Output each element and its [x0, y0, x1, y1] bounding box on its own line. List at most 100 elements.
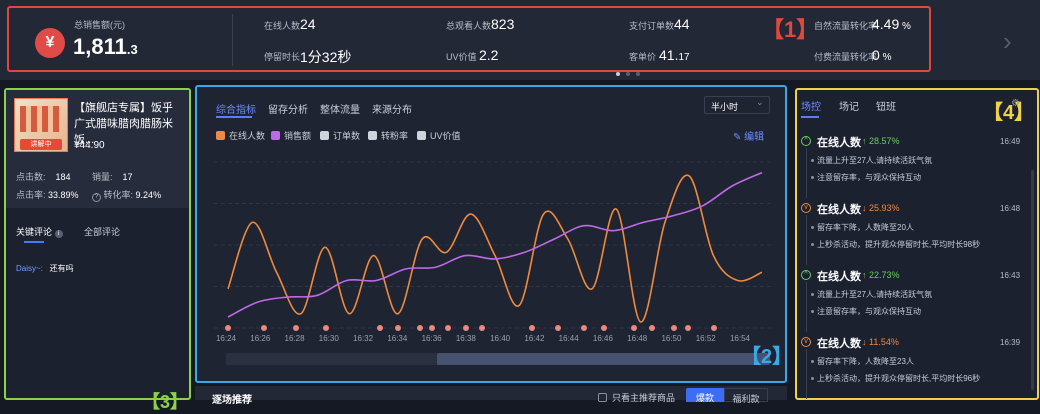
total-sales-value: 1,811.3	[73, 34, 138, 59]
recommendation-title: 逐场推荐	[212, 395, 252, 406]
feed-item-title: 在线人数	[817, 271, 861, 283]
chevron-right-icon[interactable]: ›	[1003, 26, 1012, 57]
feed-item-title: 在线人数	[817, 204, 861, 216]
feed-item-line: 留存率下降，人数降至23人	[817, 357, 914, 366]
x-tick-label: 16:40	[490, 334, 511, 343]
feed-item-time: 16:43	[1000, 271, 1021, 280]
carousel-dot[interactable]	[636, 72, 640, 76]
pencil-icon: ✎	[733, 132, 742, 143]
tab-field-notes[interactable]: 场记	[839, 98, 859, 113]
x-tick-label: 16:30	[319, 334, 340, 343]
product-image	[20, 106, 62, 132]
bullet	[811, 377, 814, 380]
bullet	[811, 243, 814, 246]
feed-item-delta: ↑ 22.73%	[862, 270, 900, 280]
tab-field-control[interactable]: 场控	[801, 98, 821, 113]
x-tick-label: 16:34	[387, 334, 408, 343]
legend-sales[interactable]: 销售额	[271, 129, 311, 142]
annotation-tag-4: 【4】	[983, 102, 1035, 124]
question-icon: ?	[92, 193, 101, 202]
explaining-badge: 讲解中	[20, 139, 62, 150]
bullet	[811, 176, 814, 179]
paid-orders-value: 44	[674, 16, 690, 32]
feed-scrollbar[interactable]	[1031, 170, 1034, 390]
cvr-stat: ? 转化率: 9.24%	[92, 188, 161, 202]
product-price: ¥44.90	[74, 140, 105, 151]
bullet	[811, 159, 814, 162]
tab-source[interactable]: 来源分布	[372, 101, 412, 116]
feed-item-line: 上秒杀活动，提升观众停留时长,平均时长98秒	[817, 240, 981, 249]
feed-item-delta: ↑ 28.57%	[862, 136, 900, 146]
event-marker	[555, 325, 561, 331]
chevron-down-icon: ⌄	[756, 97, 764, 107]
clicks-stat: 点击数: 184	[16, 172, 71, 182]
annotation-tag-3: 【3】	[142, 392, 189, 412]
event-marker	[377, 325, 383, 331]
event-marker	[445, 325, 451, 331]
stay-duration-value: 1分32秒	[300, 49, 352, 65]
edit-button[interactable]: ✎ 编辑	[733, 128, 764, 143]
annotation-tag-2: 【2】	[741, 346, 793, 368]
bullet	[811, 360, 814, 363]
event-marker	[417, 325, 423, 331]
event-marker	[463, 325, 469, 331]
tab-shift[interactable]: 钮班	[876, 98, 896, 113]
event-marker	[429, 325, 435, 331]
arrow-down-icon: v	[801, 203, 811, 213]
event-marker	[649, 325, 655, 331]
online-count-value: 24	[300, 16, 316, 32]
carousel-dot[interactable]	[626, 72, 630, 76]
tab-active-indicator	[24, 241, 44, 243]
tab-traffic[interactable]: 整体流量	[320, 101, 360, 116]
paid-conversion-value: 0 %	[872, 47, 892, 63]
feed-item-line: 注意留存率，与观众保持互动	[817, 307, 921, 316]
legend-online[interactable]: 在线人数	[216, 129, 265, 142]
line-chart: 16:24 16:26 16:28 16:30 16:32 16:34 16:36 16:38…	[214, 161, 774, 343]
event-marker	[529, 325, 535, 331]
feed-item-time: 16:39	[1000, 338, 1021, 347]
total-viewers-label: 总观看人数	[446, 21, 492, 31]
total-sales-label: 总销售额(元)	[74, 20, 125, 30]
main-product-checkbox[interactable]	[598, 393, 607, 402]
tab-key-comments[interactable]: 关键评论 i	[16, 225, 63, 238]
feed-item-line: 留存率下降，人数降至20人	[817, 223, 914, 232]
feed-item-line: 上秒杀活动，提升观众停留时长,平均时长96秒	[817, 374, 981, 383]
tab-active-indicator	[801, 116, 819, 118]
stats-divider	[232, 14, 233, 66]
event-marker	[581, 325, 587, 331]
x-tick-label: 16:36	[422, 334, 443, 343]
tab-all-comments[interactable]: 全部评论	[84, 225, 120, 238]
legend-uv-value[interactable]: UV价值	[417, 129, 461, 142]
x-tick-label: 16:32	[353, 334, 374, 343]
legend-fan-rate[interactable]: 转粉率	[368, 129, 408, 142]
feed-item-title: 在线人数	[817, 338, 861, 350]
organic-conversion-label: 自然流量转化率	[814, 21, 878, 31]
x-tick-label: 16:38	[456, 334, 477, 343]
uv-value-label: UV价值	[446, 52, 477, 62]
bullet	[811, 293, 814, 296]
arrow-up-icon: ^	[801, 136, 811, 146]
legend-orders[interactable]: 订单数	[320, 129, 360, 142]
total-viewers-value: 823	[491, 16, 515, 32]
arrow-up-icon: ^	[801, 270, 811, 280]
event-marker	[323, 325, 329, 331]
tab-retention[interactable]: 留存分析	[268, 101, 308, 116]
uv-value-value: 2.2	[479, 47, 499, 63]
gear-icon[interactable]: ⚙	[1011, 98, 1020, 109]
x-tick-label: 16:28	[285, 334, 306, 343]
avg-order-label: 客单价	[629, 52, 657, 62]
organic-conversion-value: 4.49 %	[872, 16, 911, 32]
avg-order-value: 41.17	[659, 47, 690, 63]
event-marker	[711, 325, 717, 331]
comment-item: Daisy~: 还有吗	[16, 264, 74, 273]
arrow-down-icon: v	[801, 337, 811, 347]
event-marker	[225, 325, 231, 331]
carousel-dot[interactable]	[616, 72, 620, 76]
timeline-rail	[806, 282, 807, 332]
bullet	[811, 310, 814, 313]
tab-overall-metrics[interactable]: 综合指标	[216, 101, 256, 116]
chart-zoom-handle[interactable]	[437, 353, 770, 365]
chart-series	[227, 171, 763, 323]
main-product-label: 只看主推荐商品	[612, 393, 676, 403]
online-count-line	[227, 174, 763, 323]
